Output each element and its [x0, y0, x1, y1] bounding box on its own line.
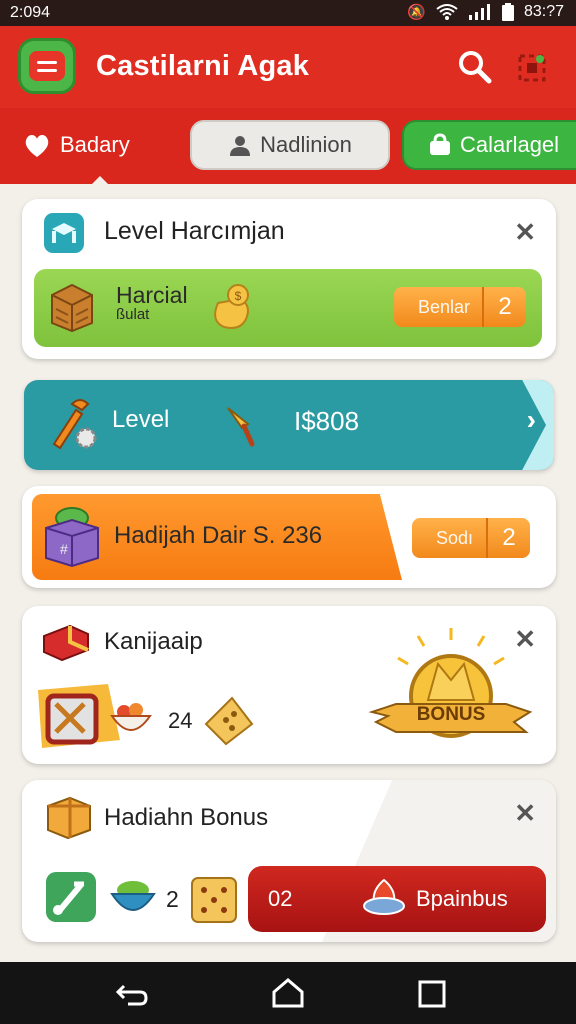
hadiahn-count: 2 — [166, 886, 179, 912]
tab-nadlinion[interactable]: Nadlinion — [190, 120, 390, 170]
claim-button[interactable]: Benlar 2 — [394, 287, 526, 327]
button-label: Bpainbus — [416, 886, 508, 911]
salad-bowl-icon — [110, 881, 156, 911]
chevron-right-icon: › — [526, 404, 536, 435]
bonus-card: Kanijaaip ✕ 24 BONUS — [22, 606, 556, 764]
reward-strip: Harcial ßulat $ Benlar 2 — [34, 269, 542, 347]
search-icon[interactable] — [456, 48, 494, 86]
menu-icon — [29, 51, 65, 81]
svg-text:$: $ — [235, 289, 242, 303]
status-bar: 2:094 🔕 83:?7 — [0, 0, 576, 26]
orange-card: # Hadijah Dair S. 236 Sodı 2 — [22, 486, 556, 588]
present-icon — [47, 796, 91, 840]
bonus-count: 24 — [168, 708, 193, 733]
bag-icon — [430, 133, 450, 155]
mute-icon: 🔕 — [407, 4, 426, 21]
tab-label: Calarlagel — [460, 132, 560, 157]
level-card: Level Harcımjan ✕ Harcial ßulat $ Benlar… — [22, 199, 556, 359]
back-icon[interactable] — [114, 976, 150, 1010]
bonus-badge-label: BONUS — [416, 704, 486, 725]
recents-icon[interactable] — [414, 976, 450, 1010]
battery-icon — [501, 3, 514, 21]
signal-icon — [468, 4, 490, 20]
key-icon — [46, 872, 96, 922]
chest-icon — [43, 624, 89, 662]
person-icon — [230, 136, 251, 156]
button-label: Sodı — [436, 527, 474, 548]
food-bowl-icon — [110, 703, 152, 731]
torch-icon — [227, 407, 255, 447]
crate-icon — [51, 283, 93, 333]
system-nav-bar — [0, 962, 576, 1024]
card-title: Kanijaaip — [104, 628, 203, 655]
tab-bar: Badary Nadlinion Calarlagel — [0, 108, 576, 186]
button-number: 02 — [268, 886, 293, 911]
tab-pointer — [90, 176, 110, 186]
dice-icon — [191, 877, 237, 923]
banner-amount: I$808 — [294, 406, 360, 436]
tab-badary[interactable]: Badary — [22, 120, 172, 186]
strip-text: Harcial ßulat — [116, 284, 188, 325]
sodi-button[interactable]: Sodı 2 — [412, 518, 530, 558]
button-count: 2 — [486, 518, 530, 558]
heart-icon — [25, 135, 49, 157]
button-count: 2 — [482, 287, 526, 327]
svg-text:#: # — [60, 541, 68, 557]
cheese-icon — [204, 696, 254, 746]
home-icon[interactable] — [270, 976, 306, 1010]
orange-card-text: Hadijah Dair S. 236 — [114, 522, 323, 549]
card-title: Hadiahn Bonus — [104, 804, 269, 831]
ufo-icon — [363, 878, 405, 915]
bonus-badge-icon — [368, 628, 533, 738]
status-time: 2:094 — [10, 4, 51, 21]
coin-bag-icon: $ — [214, 284, 249, 329]
gift-box-icon: # — [45, 507, 99, 568]
hadiahn-card: Hadiahn Bonus ✕ 2 02 Bpainbus — [22, 780, 556, 942]
button-label: Benlar — [418, 296, 471, 317]
box-icon — [44, 213, 84, 253]
bpainbus-button[interactable]: 02 Bpainbus — [248, 866, 546, 932]
app-title: Castilarni Agak — [96, 50, 310, 82]
menu-button[interactable] — [18, 38, 76, 94]
card-title: Level Harcımjan — [104, 217, 285, 245]
tab-calarlagel[interactable]: Calarlagel — [402, 120, 576, 170]
tab-label: Nadlinion — [260, 132, 352, 157]
grid-icon[interactable] — [516, 52, 548, 84]
status-clock-right: 83:?7 — [523, 3, 564, 20]
strip-subtitle: ßulat — [116, 306, 150, 323]
app-bar: Castilarni Agak — [0, 26, 576, 108]
wrench-gear-icon — [52, 399, 97, 450]
close-icon[interactable]: ✕ — [514, 798, 536, 829]
tab-label: Badary — [60, 132, 130, 157]
wifi-icon — [436, 4, 458, 20]
level-banner[interactable]: Level I$808 › — [24, 380, 554, 470]
banner-label: Level — [112, 406, 170, 433]
close-icon[interactable]: ✕ — [514, 217, 536, 248]
